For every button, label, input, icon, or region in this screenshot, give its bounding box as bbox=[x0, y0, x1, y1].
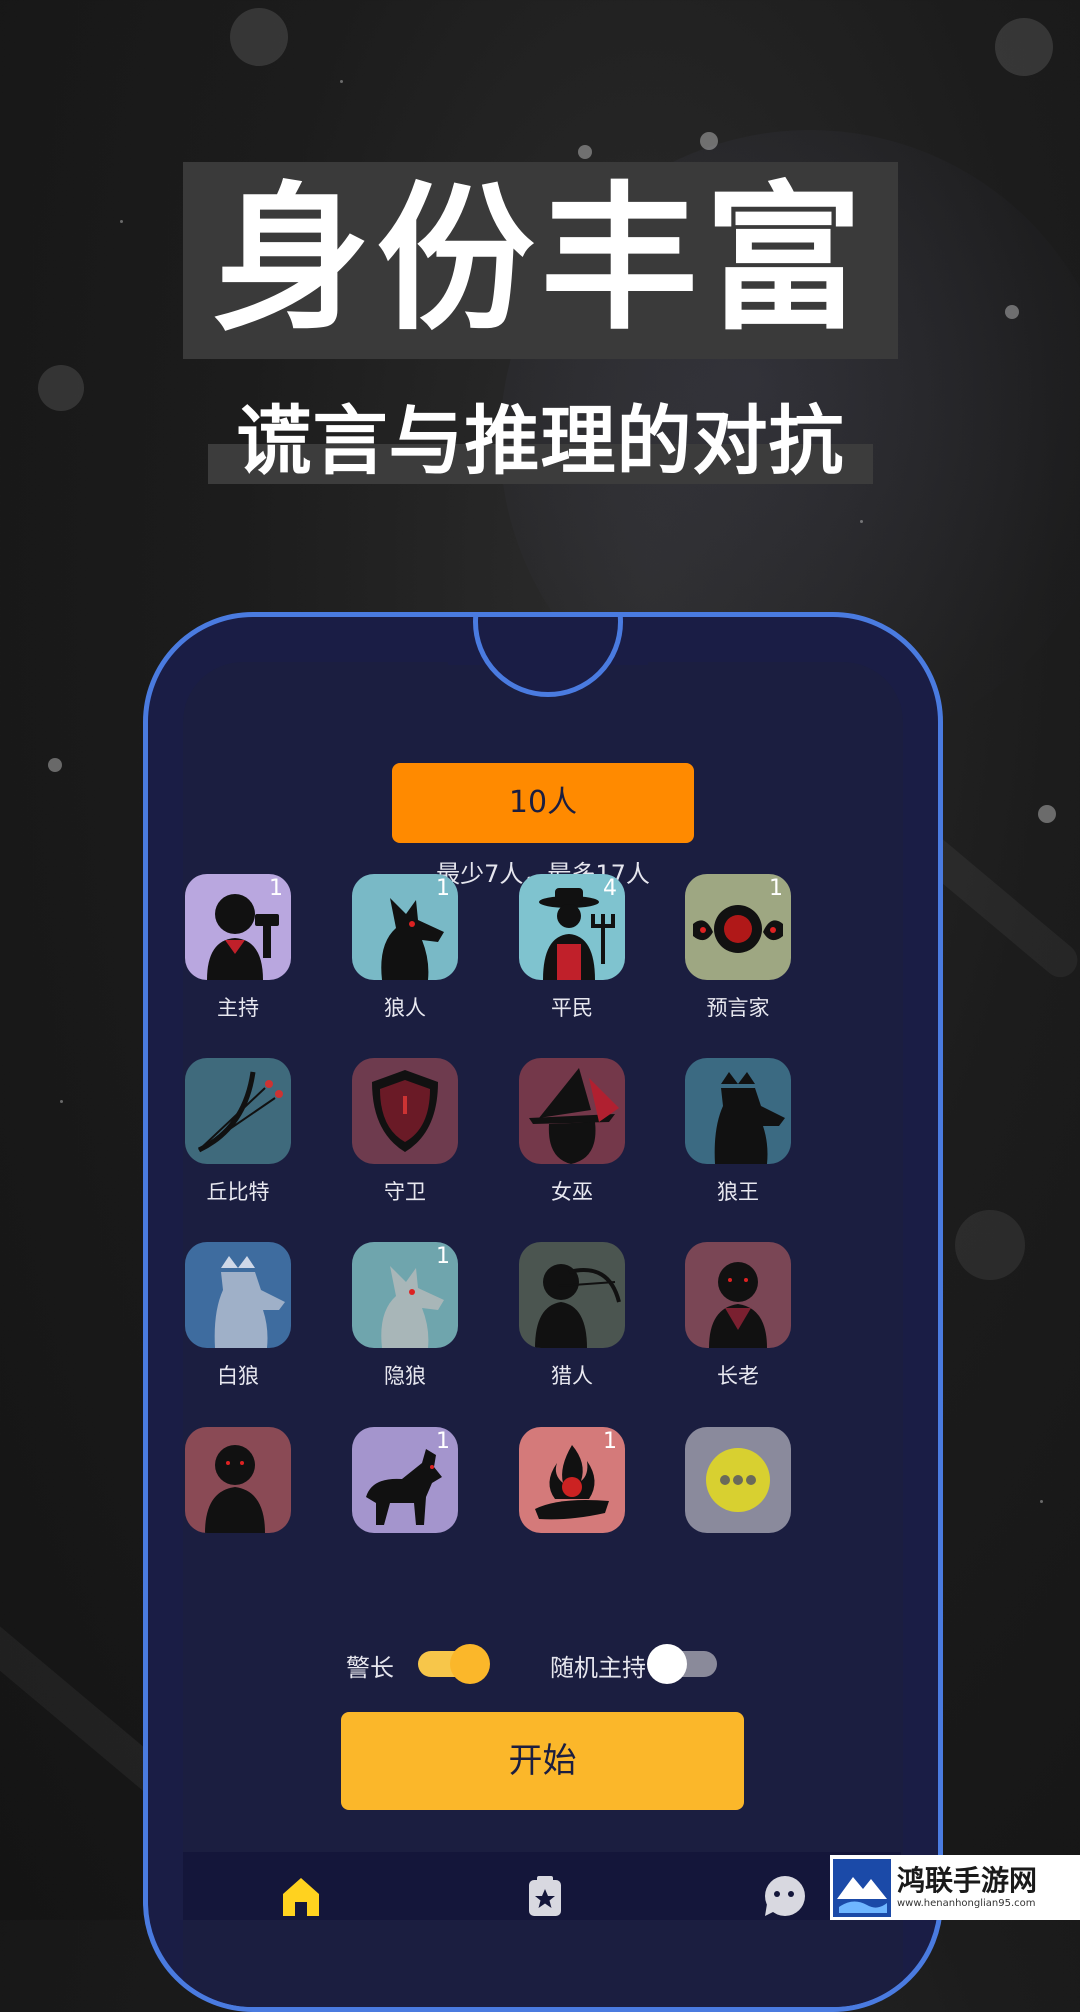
role-tile bbox=[185, 1242, 291, 1348]
role-count-badge: 1 bbox=[769, 876, 783, 901]
role-tile bbox=[685, 1242, 791, 1348]
role-count-badge: 1 bbox=[603, 1429, 617, 1454]
role-icon bbox=[372, 1070, 438, 1152]
role-label: 守卫 bbox=[384, 1180, 426, 1204]
watermark-title: 鸿联手游网 bbox=[897, 1863, 1038, 1897]
watermark-logo-icon bbox=[833, 1858, 891, 1917]
role-card[interactable]: 1 主持 bbox=[183, 874, 293, 1022]
background-star bbox=[48, 758, 62, 772]
watermark: 鸿联手游网 www.henanhonglian95.com bbox=[830, 1855, 1080, 1920]
home-icon[interactable] bbox=[279, 1874, 323, 1918]
background-star bbox=[1005, 305, 1019, 319]
role-icon bbox=[714, 1072, 785, 1164]
role-label: 女巫 bbox=[551, 1180, 593, 1204]
role-card[interactable] bbox=[183, 1427, 293, 1545]
player-count-button[interactable]: 10人 bbox=[392, 763, 694, 843]
role-card[interactable]: 4 平民 bbox=[517, 874, 627, 1022]
role-label: 猎人 bbox=[551, 1364, 593, 1388]
random-host-toggle[interactable] bbox=[647, 1644, 717, 1684]
role-card[interactable]: 狼王 bbox=[683, 1058, 793, 1206]
role-label: 隐狼 bbox=[384, 1364, 426, 1388]
role-icon bbox=[709, 1262, 767, 1348]
cards-icon[interactable] bbox=[523, 1874, 567, 1918]
role-count-badge: 4 bbox=[603, 876, 617, 901]
role-icon bbox=[197, 1071, 283, 1153]
role-tile bbox=[352, 1058, 458, 1164]
background-star bbox=[860, 520, 863, 523]
role-label: 预言家 bbox=[706, 996, 770, 1020]
role-card[interactable]: 守卫 bbox=[350, 1058, 460, 1206]
role-card[interactable]: 丘比特 bbox=[183, 1058, 293, 1206]
background-bubble bbox=[995, 18, 1053, 76]
role-count-badge: 1 bbox=[436, 1429, 450, 1454]
background-star bbox=[1040, 1500, 1043, 1503]
random-host-label: 随机主持 bbox=[550, 1654, 646, 1682]
background-star bbox=[120, 220, 123, 223]
role-label: 主持 bbox=[217, 996, 259, 1020]
role-card[interactable]: 女巫 bbox=[517, 1058, 627, 1206]
bottom-tab-bar bbox=[183, 1852, 901, 1920]
role-count-badge: 1 bbox=[436, 1244, 450, 1269]
role-icon bbox=[214, 1256, 285, 1348]
background-bubble bbox=[38, 365, 84, 411]
role-card[interactable]: 猎人 bbox=[517, 1242, 627, 1390]
role-card[interactable]: 长老 bbox=[683, 1242, 793, 1390]
background-bubble bbox=[955, 1210, 1025, 1280]
role-label: 白狼 bbox=[217, 1364, 259, 1388]
role-tile bbox=[685, 1058, 791, 1164]
toggle-knob bbox=[647, 1644, 687, 1684]
role-card[interactable]: 白狼 bbox=[183, 1242, 293, 1390]
role-count-badge: 1 bbox=[436, 876, 450, 901]
subheadline: 谎言与推理的对抗 bbox=[236, 397, 845, 485]
role-card[interactable]: 1 bbox=[350, 1427, 460, 1545]
role-label: 平民 bbox=[551, 996, 593, 1020]
role-tile bbox=[185, 1427, 291, 1533]
background-star bbox=[700, 132, 718, 150]
watermark-url: www.henanhonglian95.com bbox=[897, 1897, 1036, 1909]
background-star bbox=[340, 80, 343, 83]
chat-icon[interactable] bbox=[763, 1874, 807, 1918]
role-tile bbox=[685, 1427, 791, 1533]
role-label: 狼王 bbox=[717, 1180, 759, 1204]
role-card[interactable] bbox=[683, 1427, 793, 1545]
role-tile: 1 bbox=[685, 874, 791, 980]
role-card[interactable]: 1 bbox=[517, 1427, 627, 1545]
role-tile bbox=[185, 1058, 291, 1164]
role-tile: 1 bbox=[519, 1427, 625, 1533]
role-tile: 4 bbox=[519, 874, 625, 980]
role-card[interactable]: 1 隐狼 bbox=[350, 1242, 460, 1390]
role-card[interactable]: 1 狼人 bbox=[350, 874, 460, 1022]
role-icon bbox=[706, 1448, 770, 1512]
role-tile: 1 bbox=[352, 1242, 458, 1348]
sheriff-toggle[interactable] bbox=[418, 1644, 490, 1684]
role-icon bbox=[529, 1068, 619, 1164]
subheadline-block: 谎言与推理的对抗 bbox=[208, 398, 873, 484]
role-tile: 1 bbox=[352, 1427, 458, 1533]
toggle-knob bbox=[450, 1644, 490, 1684]
role-tile bbox=[519, 1058, 625, 1164]
role-count-badge: 1 bbox=[269, 876, 283, 901]
background-bubble bbox=[230, 8, 288, 66]
role-icon bbox=[535, 1264, 621, 1348]
role-tile: 1 bbox=[185, 874, 291, 980]
sheriff-label: 警长 bbox=[346, 1654, 394, 1682]
role-card[interactable]: 1 预言家 bbox=[683, 874, 793, 1022]
role-tile bbox=[519, 1242, 625, 1348]
role-label: 狼人 bbox=[384, 996, 426, 1020]
role-icon bbox=[205, 1445, 265, 1533]
background-star bbox=[60, 1100, 63, 1103]
role-tile: 1 bbox=[352, 874, 458, 980]
background-star bbox=[578, 145, 592, 159]
role-label: 长老 bbox=[717, 1364, 759, 1388]
background-star bbox=[1038, 805, 1056, 823]
role-label: 丘比特 bbox=[206, 1180, 270, 1204]
start-button[interactable]: 开始 bbox=[341, 1712, 744, 1810]
headline: 身份丰富 bbox=[183, 162, 898, 359]
